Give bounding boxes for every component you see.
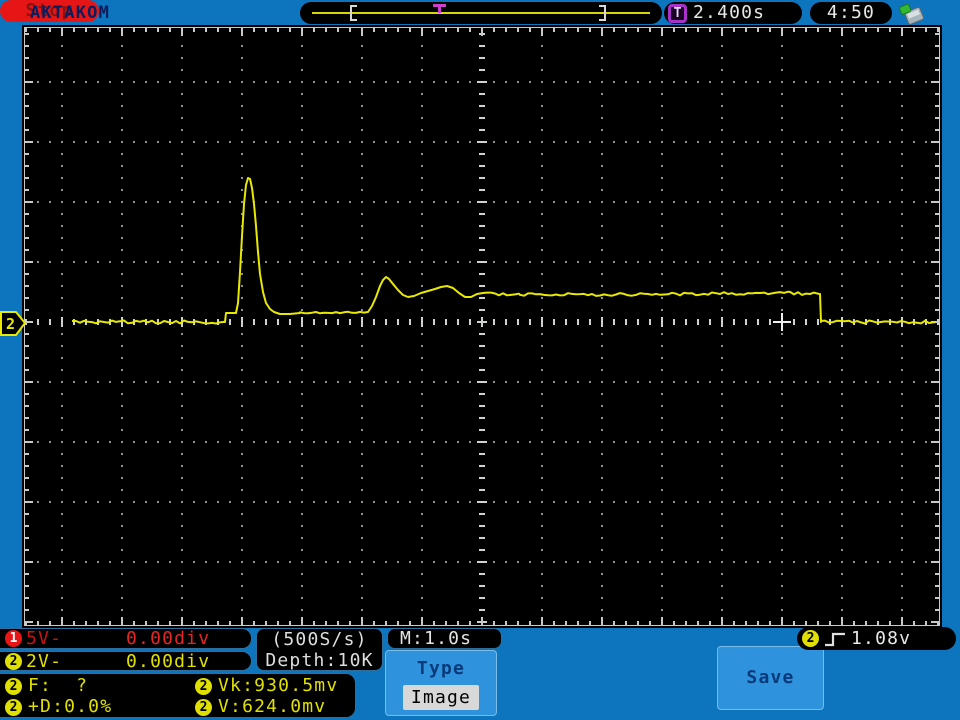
channel2-badge: 2 <box>195 677 212 695</box>
trigger-level-value: 1.08v <box>851 627 912 649</box>
waveform-display <box>22 25 942 628</box>
duty-value: +D:0.0% <box>28 696 113 717</box>
memory-depth: Depth:10K <box>265 650 374 671</box>
channel2-position-marker-icon: 2 <box>0 311 27 336</box>
channel1-scale: 5V- <box>26 628 63 649</box>
v-value: V:624.0mv <box>218 696 327 717</box>
oscilloscope-screen: AKTAKOM Stop T 2.400s 4:50 2 1 5V- 0.00d… <box>0 0 960 720</box>
measurement-vk: 2 Vk:930.5mv <box>195 677 338 695</box>
acquisition-readout: (500S/s) Depth:10K <box>256 628 383 671</box>
window-left-bracket-icon <box>350 5 357 21</box>
trigger-position-t-marker-icon <box>433 4 446 13</box>
window-right-bracket-icon <box>599 5 606 21</box>
clock: 4:50 <box>810 2 892 24</box>
type-menu-label: Type <box>416 658 466 679</box>
measurement-duty: 2 +D:0.0% <box>5 698 112 716</box>
vk-value: Vk:930.5mv <box>218 675 339 696</box>
type-menu-button[interactable]: Type Image <box>385 650 497 716</box>
sample-rate: (500S/s) <box>271 629 368 650</box>
channel2-badge: 2 <box>195 698 212 716</box>
trigger-icon: T <box>668 3 687 23</box>
channel1-readout-row: 1 5V- 0.00div <box>0 628 252 649</box>
save-button[interactable]: Save <box>717 646 824 710</box>
channel2-marker-label: 2 <box>6 315 15 333</box>
timebase-readout: M:1.0s <box>387 628 502 649</box>
frequency-value: F: ? <box>28 675 89 696</box>
channel1-position: 0.00div <box>126 628 211 649</box>
channel2-badge: 2 <box>5 698 22 716</box>
channel2-position: 0.00div <box>126 651 211 672</box>
trigger-position-bar <box>300 2 662 24</box>
trigger-level-readout: 2 1.08v <box>797 627 956 650</box>
trigger-time-readout: T 2.400s <box>664 2 802 24</box>
measurement-v: 2 V:624.0mv <box>195 698 326 716</box>
graticule-and-trace <box>24 27 940 626</box>
channel2-badge: 2 <box>5 653 22 670</box>
channel2-scale: 2V- <box>26 651 63 672</box>
usb-device-icon <box>899 3 924 25</box>
channel1-badge: 1 <box>5 630 22 647</box>
channel2-badge: 2 <box>802 630 819 647</box>
rising-edge-icon <box>825 632 845 646</box>
measurements-panel: 2 F: ? 2 +D:0.0% 2 Vk:930.5mv 2 V:624.0m… <box>0 673 356 718</box>
type-menu-selected-value[interactable]: Image <box>403 685 479 710</box>
trigger-time-value: 2.400s <box>693 2 766 23</box>
channel2-readout-row: 2 2V- 0.00div <box>0 651 252 671</box>
channel2-badge: 2 <box>5 677 22 695</box>
measurement-frequency: 2 F: ? <box>5 677 88 695</box>
brand-logo: AKTAKOM <box>30 3 111 23</box>
